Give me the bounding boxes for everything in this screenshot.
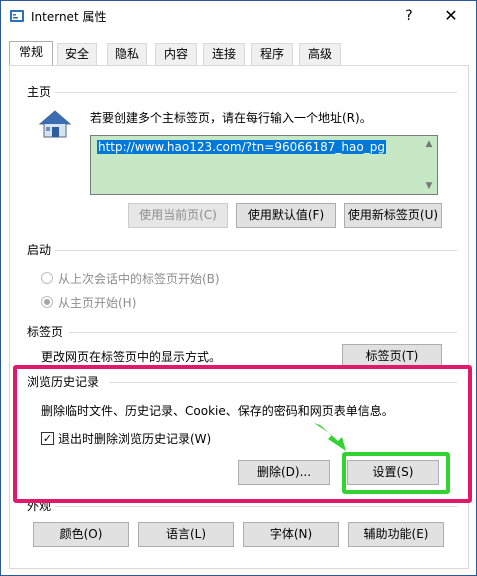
use-default-button[interactable]: 使用默认值(F) bbox=[236, 203, 336, 228]
tab-advanced[interactable]: 高级 bbox=[299, 43, 341, 65]
green-arrow-icon bbox=[314, 423, 346, 451]
homepage-group-title: 主页 bbox=[27, 85, 52, 99]
accessibility-button[interactable]: 辅助功能(E) bbox=[348, 522, 444, 547]
scroll-down-arrow-icon[interactable]: ▼ bbox=[422, 180, 436, 192]
startup-divider bbox=[55, 250, 457, 251]
close-button[interactable]: ✕ bbox=[433, 5, 469, 27]
radio-last-session[interactable] bbox=[41, 272, 53, 284]
tab-connections[interactable]: 连接 bbox=[203, 43, 245, 65]
title-bar: Internet 属性 ? ✕ bbox=[1, 1, 476, 31]
window-title: Internet 属性 bbox=[31, 10, 107, 24]
use-new-tab-button[interactable]: 使用新标签页(U) bbox=[344, 203, 442, 228]
tab-general[interactable]: 常规 bbox=[9, 41, 53, 66]
help-button[interactable]: ? bbox=[395, 5, 423, 27]
homepage-url-value: http://www.hao123.com/?tn=96066187_hao_p… bbox=[97, 140, 386, 154]
use-current-button[interactable]: 使用当前页(C) bbox=[128, 203, 228, 228]
tabs-description: 更改网页在标签页中的显示方式。 bbox=[41, 350, 222, 364]
appearance-divider bbox=[55, 506, 457, 507]
startup-group-title: 启动 bbox=[27, 243, 52, 257]
house-icon bbox=[38, 110, 72, 138]
homepage-description: 若要创建多个主标签页，请在每行输入一个地址(R)。 bbox=[90, 111, 372, 125]
internet-options-dialog: Internet 属性 ? ✕ 常规 安全 隐私 内容 连接 程序 高级 主页 … bbox=[0, 0, 477, 576]
languages-button[interactable]: 语言(L) bbox=[138, 522, 234, 547]
tab-security[interactable]: 安全 bbox=[57, 43, 97, 65]
fonts-button[interactable]: 字体(N) bbox=[243, 522, 339, 547]
radio-homepage[interactable] bbox=[41, 296, 53, 308]
homepage-url-textarea[interactable]: http://www.hao123.com/?tn=96066187_hao_p… bbox=[90, 135, 438, 195]
internet-options-icon bbox=[10, 10, 24, 22]
radio-homepage-label: 从主页开始(H) bbox=[58, 296, 137, 310]
radio-last-session-label: 从上次会话中的标签页开始(B) bbox=[58, 272, 220, 286]
settings-highlight-annotation bbox=[342, 452, 450, 494]
tab-programs[interactable]: 程序 bbox=[251, 43, 293, 65]
tabs-divider bbox=[69, 332, 457, 333]
homepage-divider bbox=[55, 92, 457, 93]
tab-content[interactable]: 内容 bbox=[155, 43, 197, 65]
tab-privacy[interactable]: 隐私 bbox=[107, 43, 147, 65]
scroll-up-arrow-icon[interactable]: ▲ bbox=[422, 138, 436, 150]
colors-button[interactable]: 颜色(O) bbox=[33, 522, 129, 547]
tabs-group-title: 标签页 bbox=[27, 325, 64, 339]
